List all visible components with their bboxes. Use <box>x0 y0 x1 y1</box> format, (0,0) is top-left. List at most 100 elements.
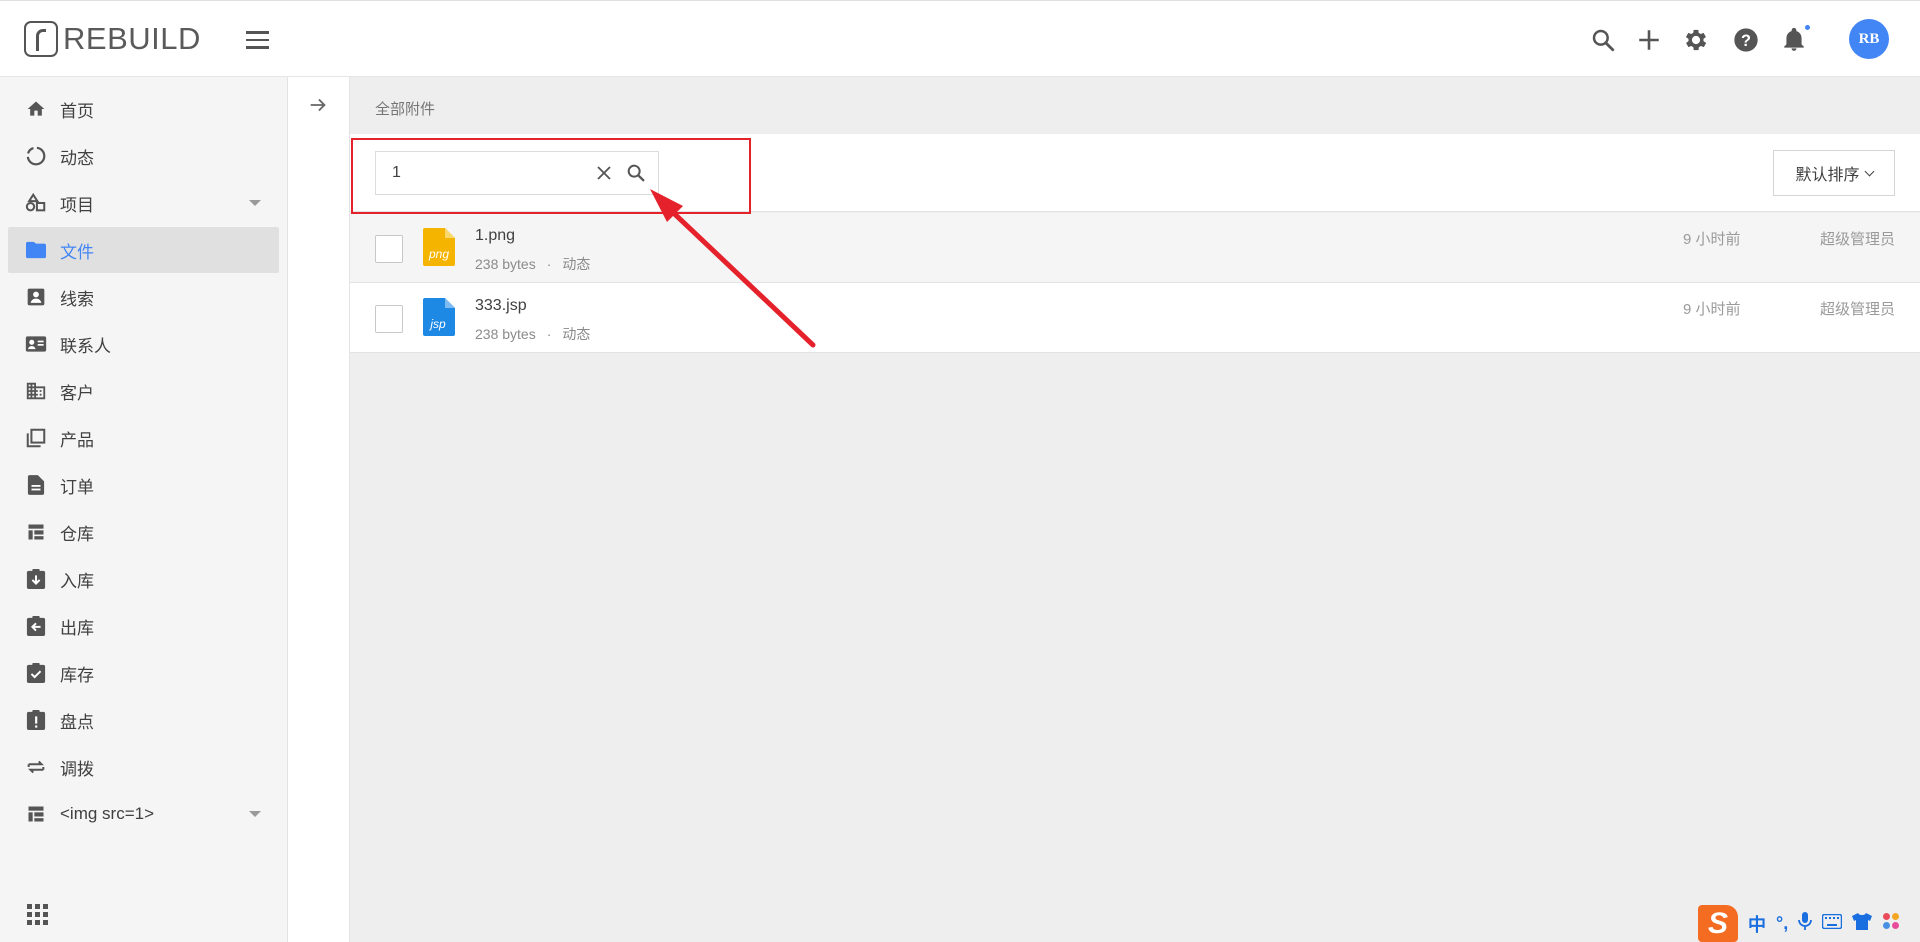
sidebar-item-feed[interactable]: 动态 <box>8 133 279 179</box>
keyboard-icon[interactable] <box>1821 913 1843 934</box>
search-submit-button[interactable] <box>625 162 647 184</box>
sidebar-item-inbound[interactable]: 入库 <box>8 556 279 602</box>
user-avatar[interactable]: RB <box>1849 19 1889 59</box>
expand-panel-button[interactable] <box>307 94 329 121</box>
ime-punctuation-toggle[interactable]: °, <box>1776 913 1788 934</box>
stocktake-icon <box>25 709 47 731</box>
outbound-icon <box>25 615 47 637</box>
sidebar-item-inventory[interactable]: 库存 <box>8 650 279 696</box>
file-uploader[interactable]: 超级管理员 <box>1820 228 1895 249</box>
global-search-button[interactable] <box>1586 23 1620 57</box>
plus-icon <box>1639 30 1659 50</box>
sidebar-item-orders[interactable]: 订单 <box>8 462 279 508</box>
arrow-right-icon <box>310 98 326 112</box>
search-icon <box>1592 29 1615 52</box>
file-uploader[interactable]: 超级管理员 <box>1820 298 1895 319</box>
inbound-icon <box>25 568 47 590</box>
settings-button[interactable] <box>1679 23 1713 57</box>
sidebar-item-project[interactable]: 项目 <box>8 180 279 226</box>
svg-text:?: ? <box>1741 32 1751 50</box>
document-icon <box>25 474 47 496</box>
product-icon <box>25 427 47 449</box>
file-checkbox[interactable] <box>375 305 403 333</box>
contact-icon <box>25 333 47 355</box>
table-icon <box>25 803 47 825</box>
help-icon: ? <box>1734 28 1758 52</box>
sidebar-item-label: 客户 <box>60 383 94 403</box>
help-button[interactable]: ? <box>1729 23 1763 57</box>
sidebar-item-files[interactable]: 文件 <box>8 227 279 273</box>
sidebar-item-home[interactable]: 首页 <box>8 86 279 132</box>
top-bar: REBUILD ? RB <box>0 0 1920 77</box>
bell-icon <box>1784 27 1804 51</box>
sort-dropdown[interactable]: 默认排序 <box>1773 150 1895 196</box>
file-list: png 1.png 238 bytes · 动态 9 小时前 超级管理员 jsp 3… <box>350 213 1920 353</box>
menu-toggle-button[interactable] <box>246 31 269 49</box>
ime-language-toggle[interactable]: 中 <box>1748 911 1766 937</box>
feed-icon <box>25 145 47 167</box>
apps-grid-icon <box>27 904 48 925</box>
folder-icon <box>25 239 47 261</box>
svg-text:jsp: jsp <box>428 317 446 331</box>
file-name[interactable]: 333.jsp <box>475 297 527 315</box>
file-time: 9 小时前 <box>1683 231 1741 248</box>
sidebar-item-label: 项目 <box>60 195 94 215</box>
notification-dot <box>1804 24 1811 31</box>
skin-shirt-icon[interactable] <box>1852 912 1873 935</box>
secondary-panel-rail <box>288 77 350 942</box>
project-icon <box>25 192 47 214</box>
sidebar-item-label: 产品 <box>60 430 94 450</box>
gear-icon <box>1685 29 1707 51</box>
png-file-icon: png <box>423 228 455 266</box>
logo-text: REBUILD <box>63 21 201 56</box>
file-name[interactable]: 1.png <box>475 227 515 245</box>
ime-logo[interactable]: S <box>1698 905 1738 942</box>
file-checkbox[interactable] <box>375 235 403 263</box>
sidebar-item-customers[interactable]: 客户 <box>8 368 279 414</box>
clear-search-button[interactable] <box>594 163 614 183</box>
file-source-link[interactable]: 动态 <box>562 326 590 342</box>
sidebar-item-leads[interactable]: 线索 <box>8 274 279 320</box>
sidebar-item-stocktake[interactable]: 盘点 <box>8 697 279 743</box>
jsp-file-icon: jsp <box>423 298 455 336</box>
search-input[interactable] <box>376 152 586 194</box>
app-logo[interactable]: REBUILD <box>24 21 201 57</box>
sidebar-item-contacts[interactable]: 联系人 <box>8 321 279 367</box>
sidebar-item-label: 调拨 <box>60 759 94 779</box>
chevron-down-icon <box>249 200 261 206</box>
sidebar-item-label: 订单 <box>60 477 94 497</box>
meta-separator: · <box>546 326 552 342</box>
hamburger-line <box>246 38 269 42</box>
sidebar-item-label: <img src=1> <box>60 804 155 823</box>
svg-text:png: png <box>428 247 449 261</box>
sidebar-item-transfer[interactable]: 调拨 <box>8 744 279 790</box>
sidebar: 首页 动态 项目 文件 线索 联系人 客户 产品 订单 仓库 入库 出库 库存 … <box>0 77 288 942</box>
create-new-button[interactable] <box>1632 23 1666 57</box>
building-icon <box>25 380 47 402</box>
sidebar-item-warehouse[interactable]: 仓库 <box>8 509 279 555</box>
file-time: 9 小时前 <box>1683 301 1741 318</box>
list-item[interactable]: png 1.png 238 bytes · 动态 9 小时前 超级管理员 <box>350 213 1920 283</box>
file-meta: 238 bytes · 动态 <box>475 254 590 274</box>
file-size: 238 bytes <box>475 256 536 272</box>
ime-toolbar: S 中 °, <box>1698 905 1920 942</box>
microphone-icon[interactable] <box>1798 912 1813 935</box>
main-content: 全部附件 默认排序 png 1.png 238 bytes·动态 9 <box>350 77 1920 942</box>
sidebar-item-label: 联系人 <box>60 336 111 356</box>
home-icon <box>25 98 47 120</box>
warehouse-icon <box>25 521 47 543</box>
apps-grid-button[interactable] <box>27 904 48 930</box>
sidebar-item-custom-entity[interactable]: <img src=1> <box>8 791 279 837</box>
sidebar-item-label: 库存 <box>60 665 94 685</box>
sidebar-item-outbound[interactable]: 出库 <box>8 603 279 649</box>
sidebar-item-products[interactable]: 产品 <box>8 415 279 461</box>
sidebar-item-label: 入库 <box>60 571 94 591</box>
lead-icon <box>25 286 47 308</box>
hamburger-line <box>246 46 269 49</box>
sidebar-item-label: 动态 <box>60 148 94 168</box>
list-item[interactable]: jsp 333.jsp 238 bytes · 动态 9 小时前 超级管理员 <box>350 283 1920 353</box>
sidebar-item-label: 盘点 <box>60 712 94 732</box>
file-source-link[interactable]: 动态 <box>562 256 590 272</box>
toolbox-grid-icon[interactable] <box>1882 912 1900 935</box>
chevron-down-icon <box>249 811 261 817</box>
